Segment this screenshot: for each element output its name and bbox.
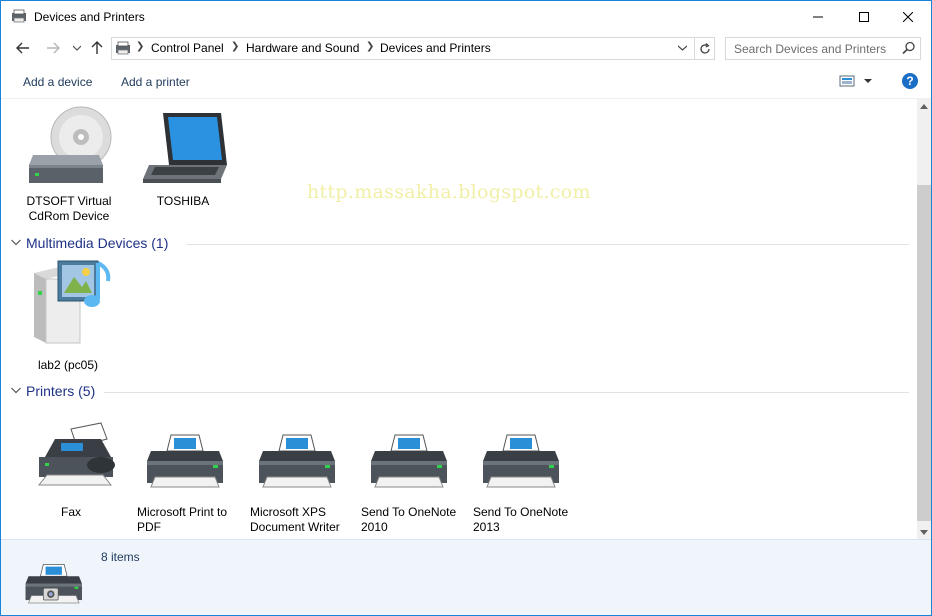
devices-printers-app-icon bbox=[12, 9, 26, 23]
vertical-scrollbar[interactable] bbox=[917, 99, 931, 539]
control-panel-icon bbox=[116, 41, 130, 55]
window-title: Devices and Printers bbox=[34, 10, 145, 24]
scroll-down-arrow-icon bbox=[920, 529, 928, 535]
group-divider bbox=[104, 392, 909, 393]
devices-content-area: http.massakha.blogspot.com DTSOFT Virtua… bbox=[1, 99, 917, 539]
address-history-button[interactable] bbox=[674, 40, 690, 56]
details-pane: 8 items bbox=[1, 539, 931, 615]
chevron-down-icon bbox=[677, 45, 687, 51]
refresh-icon bbox=[700, 42, 710, 54]
devices-printers-icon bbox=[25, 564, 83, 604]
laptop-icon bbox=[143, 113, 227, 183]
breadcrumb-separator-icon[interactable]: ❯ bbox=[231, 41, 239, 52]
up-arrow-icon bbox=[91, 41, 103, 54]
group-header-multimedia-devices[interactable]: Multimedia Devices (1) bbox=[1, 234, 917, 254]
back-arrow-icon bbox=[16, 42, 29, 54]
minimize-icon bbox=[813, 16, 823, 17]
device-label: TOSHIBA bbox=[156, 194, 210, 208]
breadcrumb-separator-icon[interactable]: ❯ bbox=[136, 41, 144, 52]
chevron-down-icon bbox=[11, 239, 21, 246]
printer-icon bbox=[370, 434, 448, 488]
cd-drive-icon bbox=[29, 106, 112, 183]
group-title: Multimedia Devices (1) bbox=[26, 235, 169, 251]
add-device-button[interactable]: Add a device bbox=[23, 75, 92, 89]
printer-label: Microsoft Print to bbox=[137, 505, 228, 519]
printer-send-to-onenote-2010[interactable]: Send To OneNote 2010 bbox=[357, 421, 456, 534]
printer-label: Microsoft XPS bbox=[250, 505, 327, 519]
maximize-button[interactable] bbox=[841, 1, 887, 32]
printer-label: Send To OneNote bbox=[361, 505, 457, 519]
media-server-icon bbox=[34, 260, 111, 344]
printer-label: 2013 bbox=[473, 520, 500, 534]
device-label: lab2 (pc05) bbox=[37, 358, 99, 372]
close-icon bbox=[903, 11, 913, 22]
group-title: Printers (5) bbox=[26, 383, 96, 399]
search-input[interactable]: Search Devices and Printers bbox=[734, 42, 886, 56]
view-options-icon bbox=[839, 75, 872, 87]
device-dtsoft-virtual-cdrom[interactable]: DTSOFT Virtual CdRom Device bbox=[21, 105, 117, 225]
command-bar: Add a device Add a printer ? bbox=[1, 64, 931, 99]
printer-label: Document Writer bbox=[250, 520, 340, 534]
printer-fax[interactable]: Fax bbox=[23, 421, 119, 531]
chevron-down-icon bbox=[73, 45, 81, 51]
breadcrumb-separator-icon[interactable]: ❯ bbox=[366, 41, 374, 52]
close-button[interactable] bbox=[885, 1, 931, 32]
address-bar[interactable]: ❯ Control Panel ❯ Hardware and Sound ❯ D… bbox=[111, 37, 715, 60]
printer-microsoft-print-to-pdf[interactable]: Microsoft Print to PDF bbox=[133, 421, 229, 534]
scrollbar-thumb[interactable] bbox=[917, 185, 931, 521]
recent-locations-button[interactable] bbox=[67, 38, 87, 58]
forward-arrow-icon bbox=[47, 42, 60, 54]
printer-label: Fax bbox=[60, 505, 81, 519]
add-printer-button[interactable]: Add a printer bbox=[121, 75, 190, 89]
group-header-printers[interactable]: Printers (5) bbox=[1, 382, 917, 402]
search-icon bbox=[902, 41, 915, 55]
chevron-down-icon bbox=[11, 387, 21, 394]
device-toshiba[interactable]: TOSHIBA bbox=[135, 105, 231, 215]
printer-icon bbox=[258, 434, 336, 488]
device-label: DTSOFT Virtual bbox=[26, 194, 112, 208]
breadcrumb-control-panel[interactable]: Control Panel bbox=[151, 41, 224, 55]
printer-label: PDF bbox=[137, 520, 161, 534]
watermark-text: http.massakha.blogspot.com bbox=[307, 181, 591, 203]
item-count: 8 items bbox=[101, 550, 140, 564]
scroll-up-arrow-icon bbox=[920, 103, 928, 109]
refresh-button[interactable] bbox=[694, 38, 715, 59]
search-box[interactable]: Search Devices and Printers bbox=[725, 37, 921, 60]
help-button[interactable]: ? bbox=[902, 73, 918, 89]
forward-button[interactable] bbox=[43, 38, 63, 58]
printer-icon bbox=[146, 434, 224, 488]
up-button[interactable] bbox=[87, 38, 107, 58]
devices-and-printers-window: Devices and Printers ❯ Control Panel ❯ H… bbox=[0, 0, 932, 616]
scroll-down-button[interactable] bbox=[917, 525, 931, 539]
minimize-button[interactable] bbox=[795, 1, 841, 32]
navigation-bar: ❯ Control Panel ❯ Hardware and Sound ❯ D… bbox=[1, 32, 931, 64]
printer-microsoft-xps-document-writer[interactable]: Microsoft XPS Document Writer bbox=[245, 421, 341, 534]
device-lab2-pc05[interactable]: lab2 (pc05) bbox=[20, 259, 116, 374]
printer-icon bbox=[482, 434, 560, 488]
group-divider bbox=[186, 244, 909, 245]
printer-send-to-onenote-2013[interactable]: Send To OneNote 2013 bbox=[469, 421, 568, 534]
printer-label: 2010 bbox=[361, 520, 388, 534]
device-label: CdRom Device bbox=[28, 209, 110, 223]
title-bar: Devices and Printers bbox=[1, 1, 931, 32]
fax-icon bbox=[37, 422, 115, 486]
back-button[interactable] bbox=[13, 38, 33, 58]
change-view-button[interactable] bbox=[839, 75, 873, 90]
breadcrumb-hardware-and-sound[interactable]: Hardware and Sound bbox=[246, 41, 359, 55]
printer-label: Send To OneNote bbox=[473, 505, 569, 519]
scroll-up-button[interactable] bbox=[917, 99, 931, 113]
breadcrumb-devices-and-printers[interactable]: Devices and Printers bbox=[380, 41, 491, 55]
maximize-icon bbox=[859, 11, 869, 22]
